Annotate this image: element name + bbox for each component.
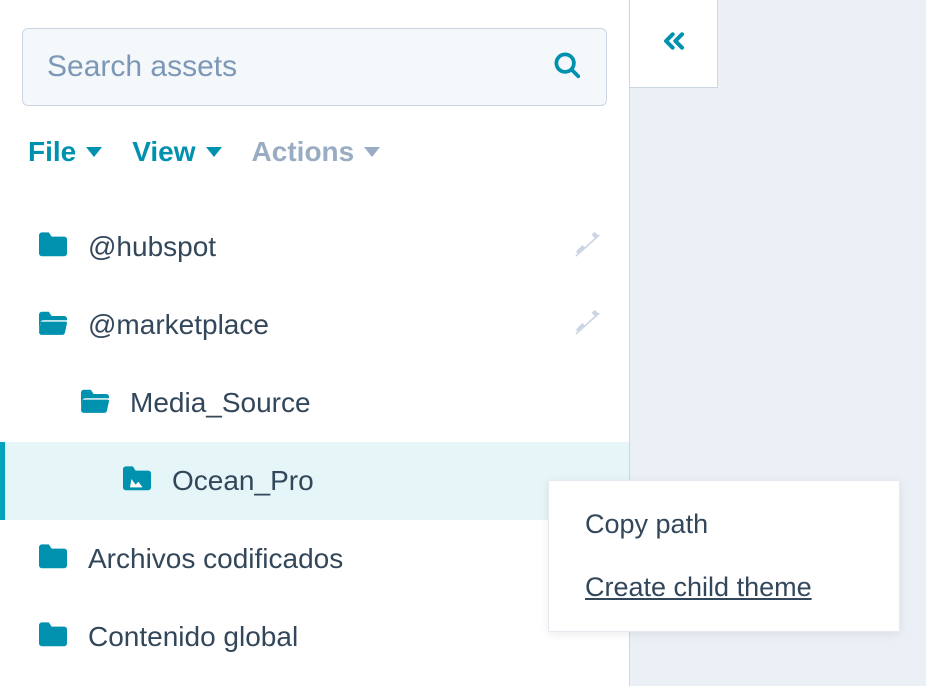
asset-tree: @hubspot @marketplace Media_Source bbox=[0, 188, 629, 676]
tree-label: Media_Source bbox=[130, 387, 601, 419]
sidebar-panel: File View Actions @hubspot @marketpla bbox=[0, 0, 630, 686]
tree-label: Archivos codificados bbox=[88, 543, 601, 575]
menu-actions: Actions bbox=[252, 136, 381, 168]
collapse-sidebar-button[interactable] bbox=[630, 0, 718, 88]
search-icon[interactable] bbox=[552, 50, 582, 85]
search-container bbox=[0, 0, 629, 116]
tree-item-contenido[interactable]: Contenido global bbox=[0, 598, 629, 676]
tree-item-media-source[interactable]: Media_Source bbox=[0, 364, 629, 442]
folder-open-icon bbox=[78, 387, 112, 420]
search-input[interactable] bbox=[47, 50, 552, 84]
locked-icon bbox=[573, 231, 601, 264]
locked-icon bbox=[573, 309, 601, 342]
context-create-child-theme[interactable]: Create child theme bbox=[549, 556, 899, 619]
tree-item-hubspot[interactable]: @hubspot bbox=[0, 208, 629, 286]
theme-folder-icon bbox=[120, 465, 154, 498]
tree-item-ocean-pro[interactable]: Ocean_Pro bbox=[0, 442, 629, 520]
menu-actions-label: Actions bbox=[252, 136, 355, 168]
tree-label: @hubspot bbox=[88, 231, 573, 263]
folder-open-icon bbox=[36, 309, 70, 342]
menu-file[interactable]: File bbox=[28, 136, 102, 168]
tree-label: Ocean_Pro bbox=[172, 465, 601, 497]
context-menu: Copy path Create child theme bbox=[548, 480, 900, 632]
chevron-down-icon bbox=[206, 147, 222, 157]
folder-icon bbox=[36, 621, 70, 654]
menu-view[interactable]: View bbox=[132, 136, 221, 168]
tree-label: @marketplace bbox=[88, 309, 573, 341]
tree-label: Contenido global bbox=[88, 621, 601, 653]
folder-icon bbox=[36, 231, 70, 264]
menu-view-label: View bbox=[132, 136, 195, 168]
tree-item-archivos[interactable]: Archivos codificados bbox=[0, 520, 629, 598]
folder-icon bbox=[36, 543, 70, 576]
chevron-down-icon bbox=[86, 147, 102, 157]
search-box[interactable] bbox=[22, 28, 607, 106]
chevron-down-icon bbox=[364, 147, 380, 157]
chevron-double-left-icon bbox=[658, 25, 690, 62]
context-copy-path[interactable]: Copy path bbox=[549, 493, 899, 556]
menu-bar: File View Actions bbox=[0, 116, 629, 188]
menu-file-label: File bbox=[28, 136, 76, 168]
tree-item-marketplace[interactable]: @marketplace bbox=[0, 286, 629, 364]
